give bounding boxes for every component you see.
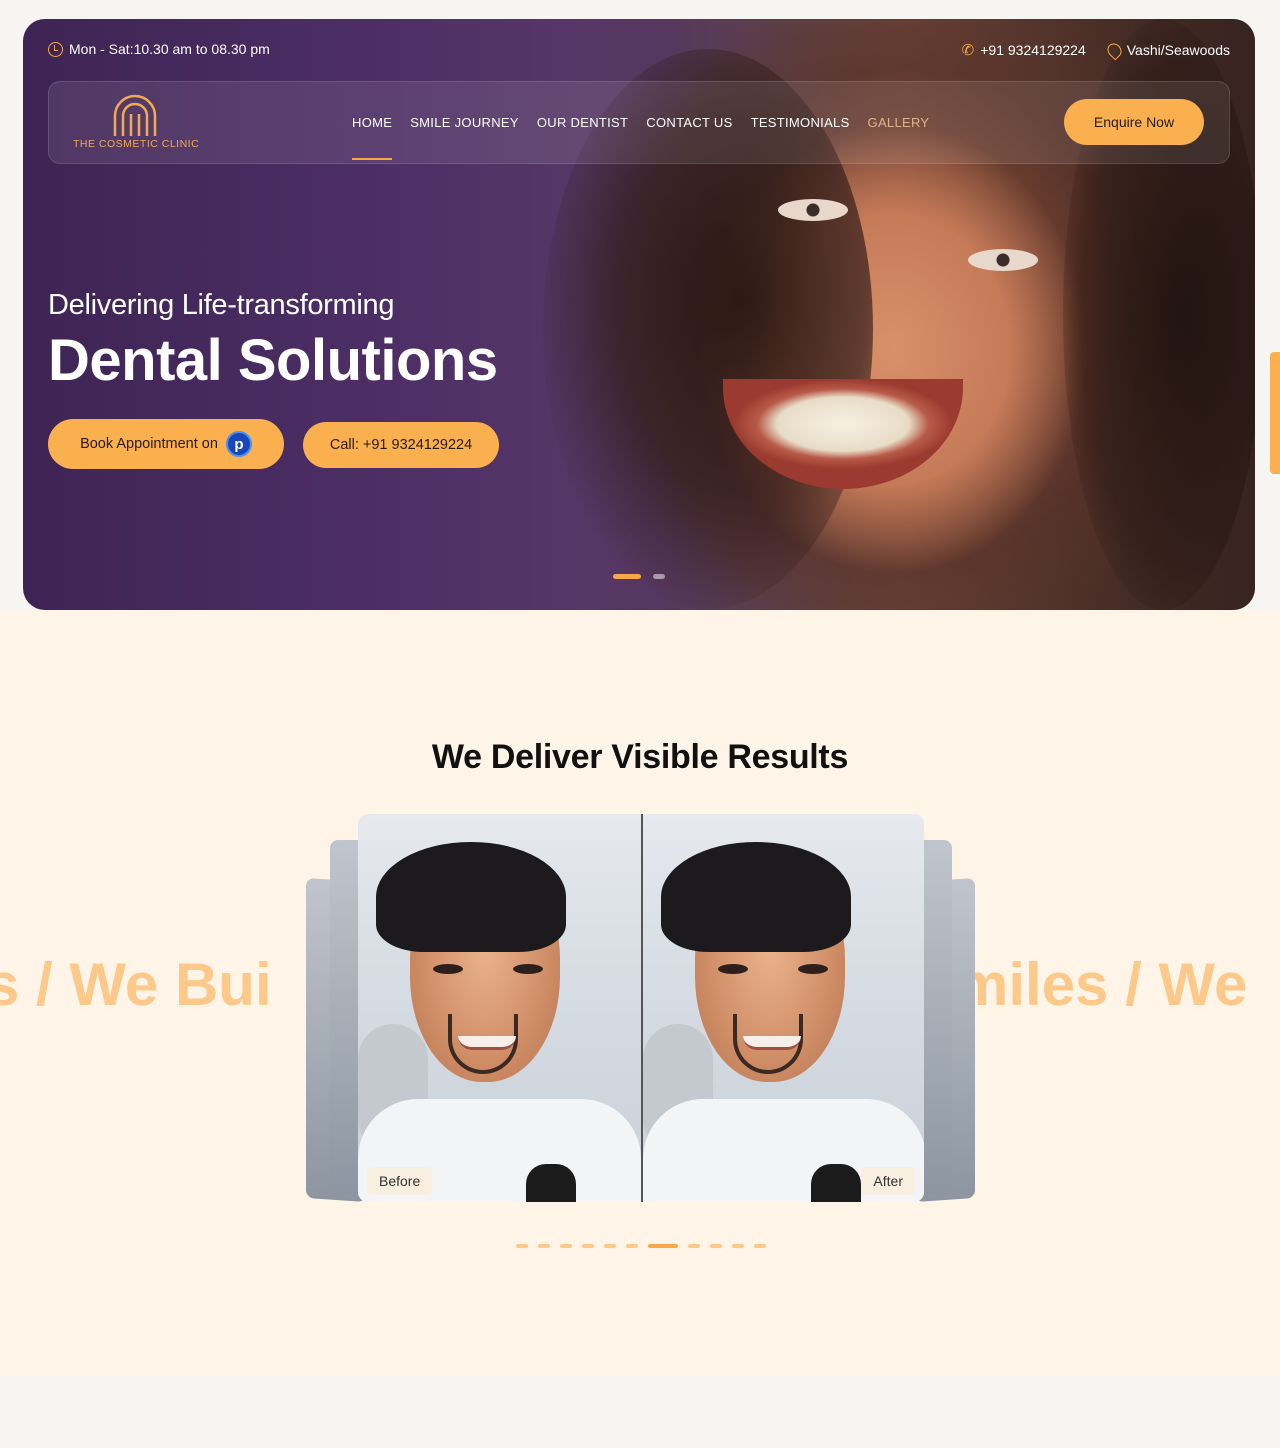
call-button[interactable]: Call: +91 9324129224 bbox=[303, 422, 499, 468]
pager-dot[interactable] bbox=[516, 1244, 528, 1248]
main-navbar: THE COSMETIC CLINIC HOME SMILE JOURNEY O… bbox=[48, 81, 1230, 164]
map-pin-icon bbox=[1104, 40, 1125, 60]
book-appointment-label: Book Appointment on bbox=[80, 436, 218, 452]
location-text: Vashi/Seawoods bbox=[1126, 42, 1230, 58]
hero-banner: Mon - Sat:10.30 am to 08.30 pm ✆ +91 932… bbox=[23, 19, 1255, 610]
slider-dot[interactable] bbox=[653, 574, 665, 579]
nav-testimonials[interactable]: TESTIMONIALS bbox=[751, 115, 850, 130]
marquee-text-left: s / We Bui bbox=[0, 951, 272, 1018]
results-section: We Deliver Visible Results s / We Bui mi… bbox=[0, 610, 1280, 1375]
location-link[interactable]: Vashi/Seawoods bbox=[1104, 40, 1230, 60]
pager-dot[interactable] bbox=[732, 1244, 744, 1248]
nav-our-dentist[interactable]: OUR DENTIST bbox=[537, 115, 628, 130]
pager-dot[interactable] bbox=[604, 1244, 616, 1248]
pager-dot[interactable] bbox=[688, 1244, 700, 1248]
hero-slider-dots bbox=[613, 574, 665, 579]
phone-link[interactable]: ✆ +91 9324129224 bbox=[962, 41, 1086, 59]
nav-smile-journey[interactable]: SMILE JOURNEY bbox=[410, 115, 519, 130]
pager-dot[interactable] bbox=[710, 1244, 722, 1248]
results-pager bbox=[516, 1244, 766, 1248]
marquee-text-right: miles / We bbox=[955, 951, 1248, 1018]
enquire-now-button[interactable]: Enquire Now bbox=[1064, 99, 1204, 145]
pager-dot[interactable] bbox=[538, 1244, 550, 1248]
before-photo: Before bbox=[358, 814, 641, 1202]
hero-eye-left bbox=[778, 199, 848, 221]
hero-title: Dental Solutions bbox=[48, 328, 498, 393]
logo-mark-icon bbox=[113, 94, 157, 136]
pager-dot[interactable] bbox=[560, 1244, 572, 1248]
pager-dot[interactable] bbox=[754, 1244, 766, 1248]
nav-contact-us[interactable]: CONTACT US bbox=[646, 115, 732, 130]
before-after-comparison[interactable]: Before After bbox=[358, 814, 924, 1202]
results-title: We Deliver Visible Results bbox=[431, 738, 849, 776]
pager-dot[interactable] bbox=[582, 1244, 594, 1248]
slider-dot-active[interactable] bbox=[613, 574, 641, 579]
logo-text: THE COSMETIC CLINIC bbox=[73, 138, 200, 150]
clock-icon bbox=[48, 41, 63, 57]
nav-gallery[interactable]: GALLERY bbox=[868, 115, 930, 130]
book-appointment-button[interactable]: Book Appointment on p bbox=[48, 419, 284, 469]
nav-home[interactable]: HOME bbox=[352, 115, 393, 160]
clinic-logo[interactable]: THE COSMETIC CLINIC bbox=[73, 94, 200, 154]
before-label: Before bbox=[367, 1167, 433, 1195]
opening-hours: Mon - Sat:10.30 am to 08.30 pm bbox=[48, 41, 270, 57]
opening-hours-text: Mon - Sat:10.30 am to 08.30 pm bbox=[69, 41, 270, 57]
nav-links: HOME SMILE JOURNEY OUR DENTIST CONTACT U… bbox=[352, 115, 930, 160]
booking-app-icon: p bbox=[225, 431, 252, 457]
hero-eye-right bbox=[968, 249, 1038, 271]
side-floating-tab[interactable] bbox=[1270, 352, 1280, 474]
pager-dot-active[interactable] bbox=[648, 1244, 678, 1248]
pager-dot[interactable] bbox=[626, 1244, 638, 1248]
hero-subtitle: Delivering Life-transforming bbox=[48, 289, 395, 321]
phone-text: +91 9324129224 bbox=[980, 42, 1086, 58]
after-label: After bbox=[861, 1167, 915, 1195]
after-photo: After bbox=[641, 814, 924, 1202]
phone-icon: ✆ bbox=[961, 42, 975, 59]
top-info-bar: Mon - Sat:10.30 am to 08.30 pm ✆ +91 932… bbox=[23, 40, 1255, 61]
